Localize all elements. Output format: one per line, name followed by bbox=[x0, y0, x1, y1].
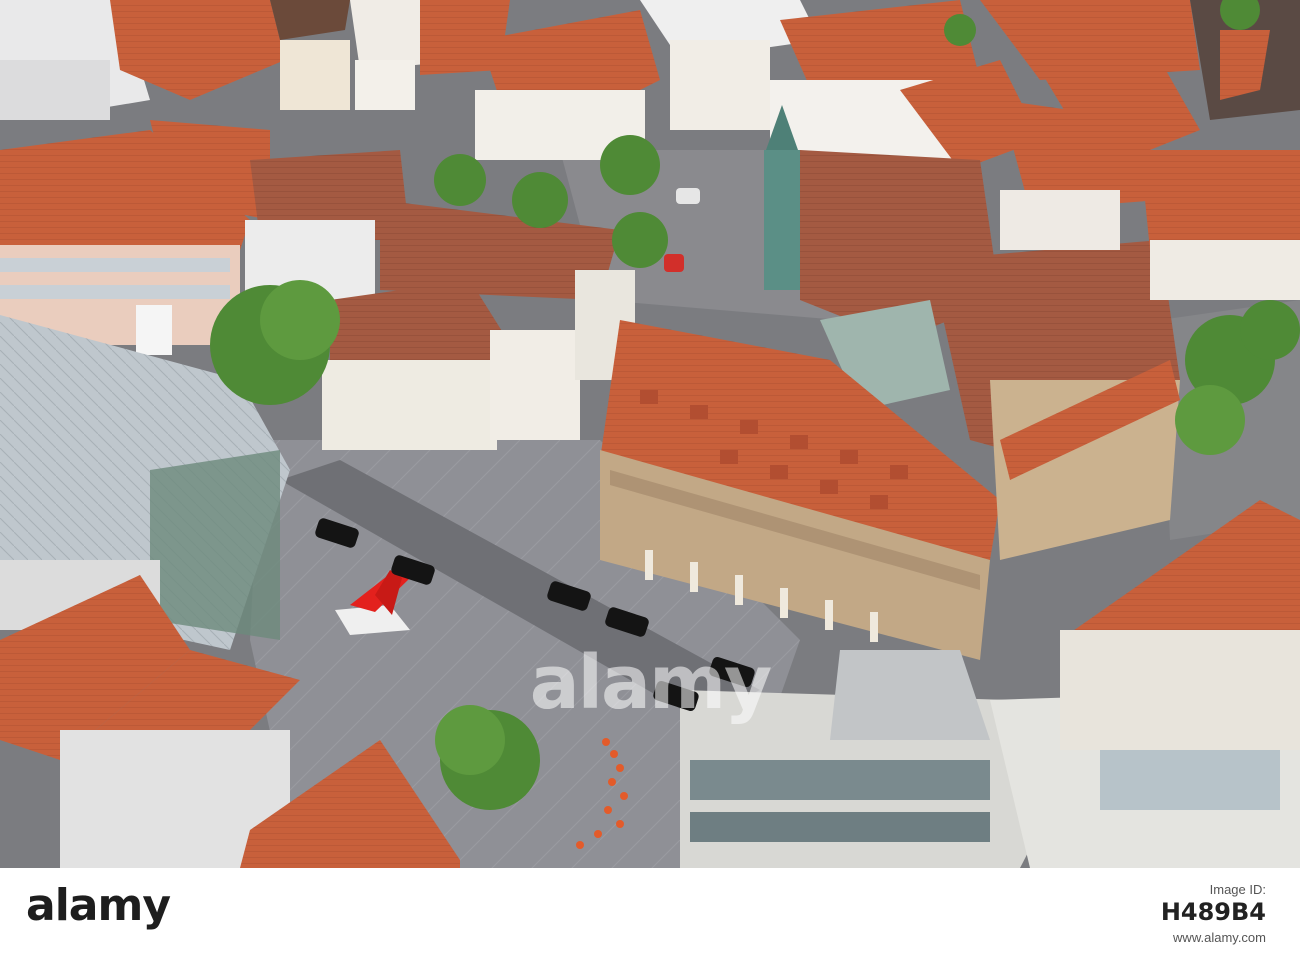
watermark-bar bbox=[0, 868, 1300, 956]
tower bbox=[764, 150, 800, 290]
aerial-photo bbox=[0, 0, 1300, 868]
source-url: www.alamy.com bbox=[1173, 930, 1266, 945]
alamy-logo: alamy bbox=[26, 880, 171, 931]
image-id-label: Image ID: bbox=[1209, 882, 1266, 897]
image-id: H489B4 bbox=[1160, 898, 1266, 926]
building-top-left bbox=[0, 60, 110, 120]
